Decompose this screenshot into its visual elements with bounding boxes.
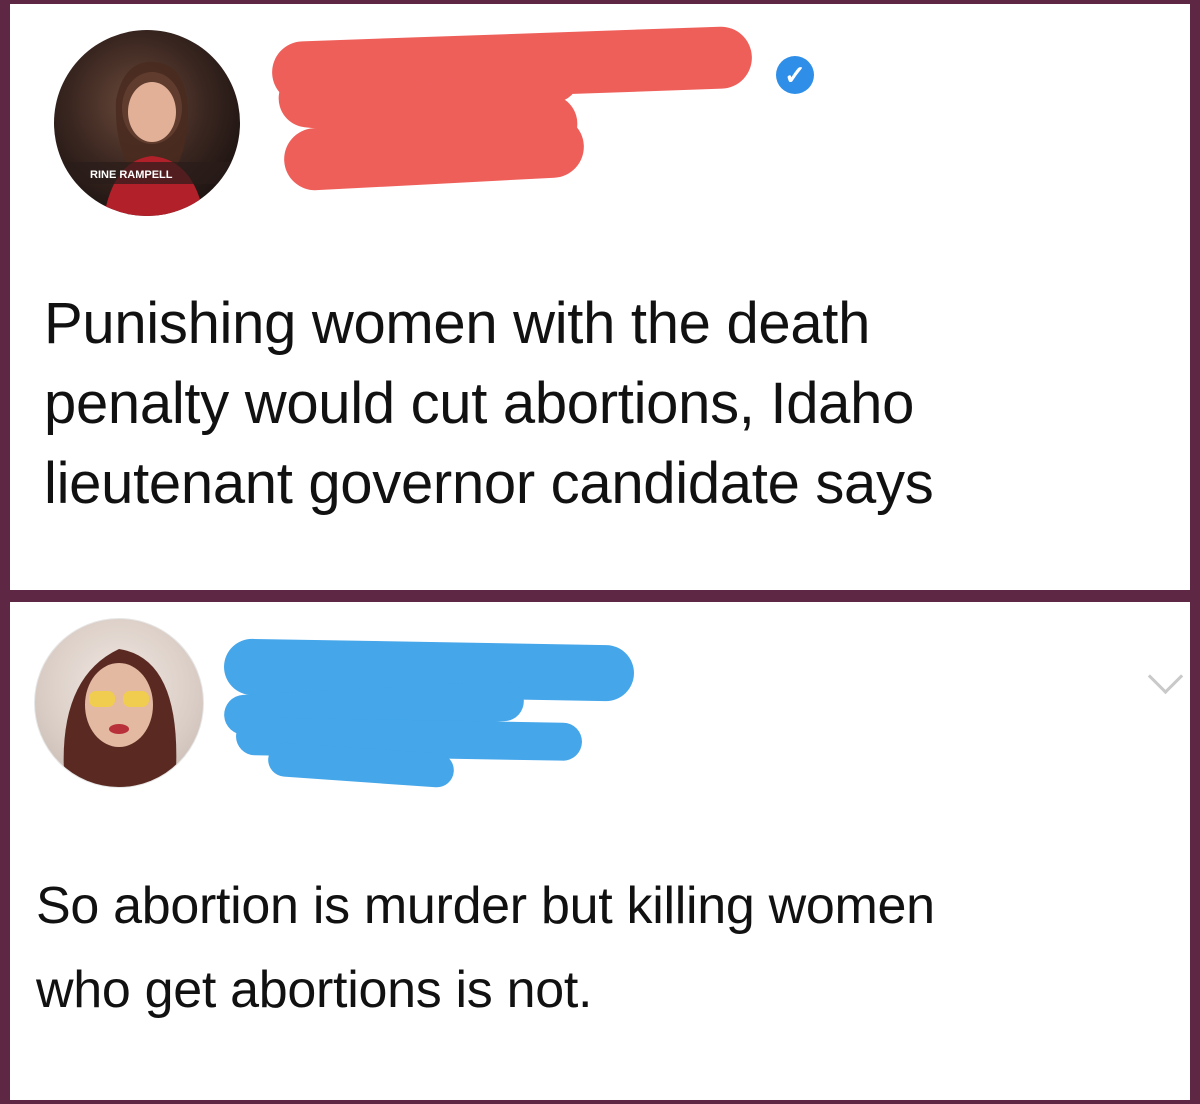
tweet-text: So abortion is murder but killing women … <box>36 877 935 1019</box>
avatar-photo: RINE RAMPELL <box>54 61 240 216</box>
avatar[interactable] <box>34 618 204 788</box>
tweet-text: Punishing women with the death penalty w… <box>44 291 934 516</box>
avatar-photo <box>63 649 177 787</box>
chevron-down-icon[interactable] <box>1147 658 1184 695</box>
avatar[interactable]: RINE RAMPELL <box>54 30 240 216</box>
screenshot-frame: RINE RAMPELL ✓ Punishing women with the … <box>0 0 1200 1104</box>
verified-badge-icon: ✓ <box>776 56 814 94</box>
tweet-card-bottom: So abortion is murder but killing women … <box>10 602 1190 1100</box>
avatar-caption: RINE RAMPELL <box>90 169 173 181</box>
tweet-card-top: RINE RAMPELL ✓ Punishing women with the … <box>10 4 1190 590</box>
